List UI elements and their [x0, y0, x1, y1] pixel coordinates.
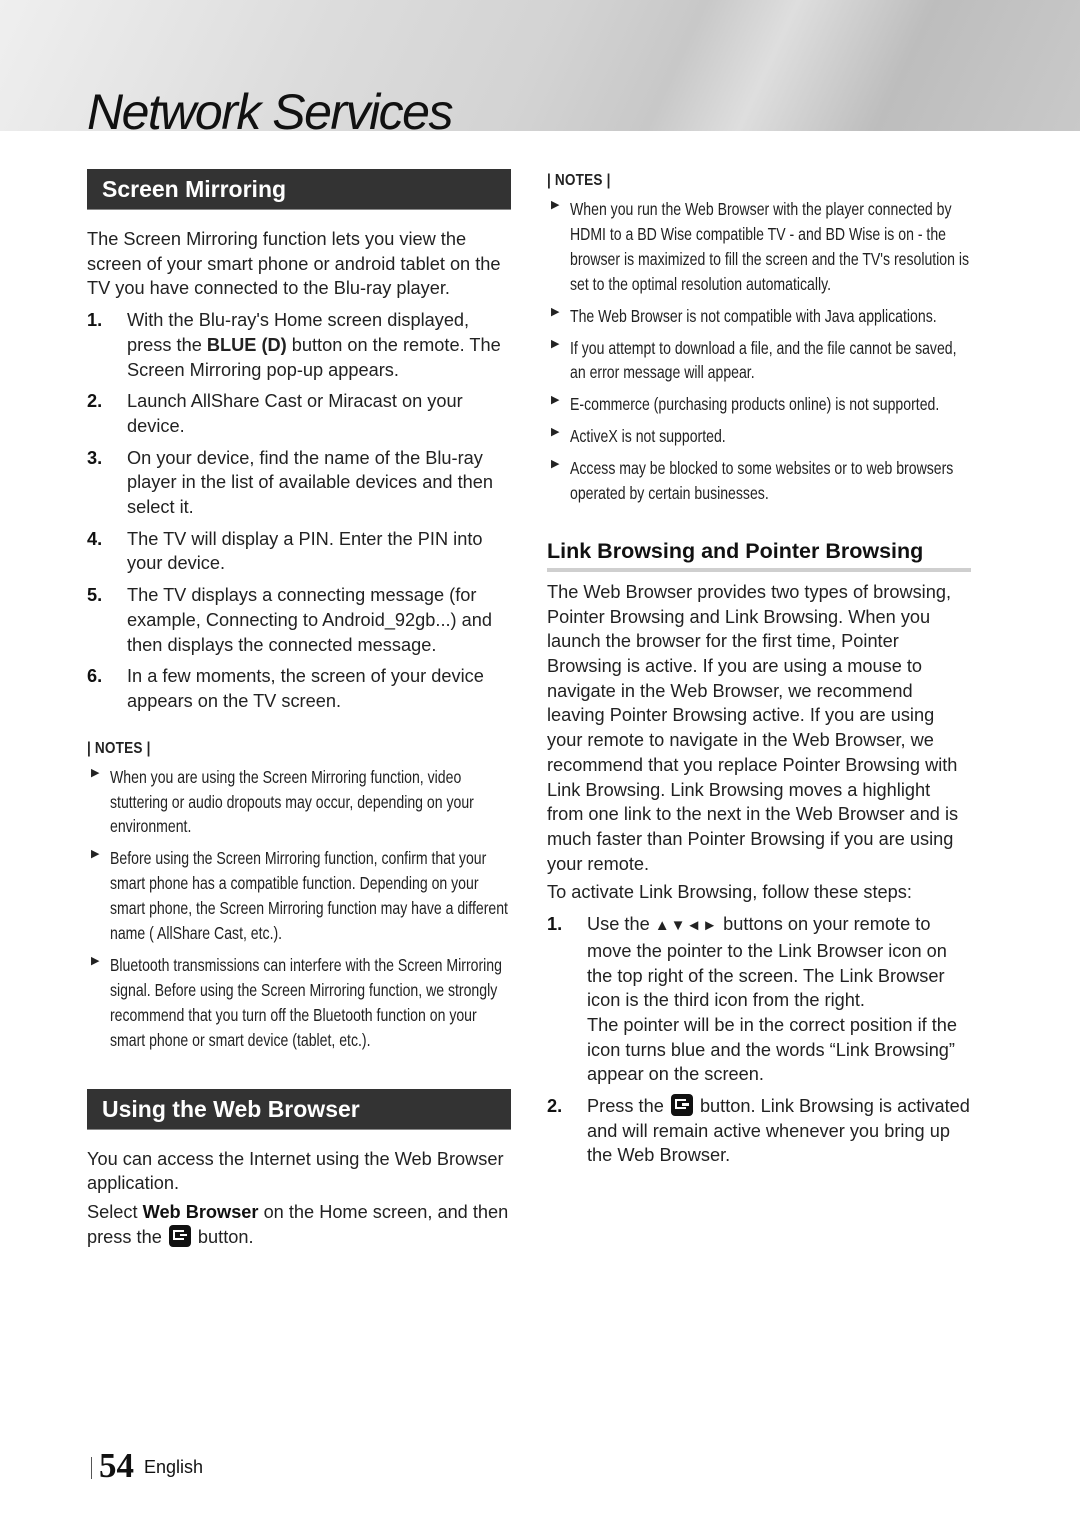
- page-title: Network Services: [87, 84, 454, 140]
- note-text: If you attempt to download a file, and t…: [570, 337, 957, 383]
- notes-title: | NOTES |: [547, 172, 611, 189]
- step-item: 1. Use the ▲▼◄► buttons on your remote t…: [547, 912, 971, 1087]
- note-item: ▶ If you attempt to download a file, and …: [547, 336, 971, 386]
- section-heading-screen-mirroring: Screen Mirroring: [87, 169, 511, 210]
- enter-button-icon: [670, 1094, 693, 1117]
- step-text: On your device, find the name of the Blu…: [127, 447, 493, 518]
- triangle-bullet-icon: ▶: [91, 955, 100, 967]
- left-column: Screen Mirroring The Screen Mirroring fu…: [87, 169, 511, 1249]
- note-item: ▶ The Web Browser is not compatible with …: [547, 304, 971, 329]
- step-item: 6. In a few moments, the screen of your …: [87, 664, 511, 713]
- step-item: 1. With the Blu-ray's Home screen displa…: [87, 308, 511, 382]
- triangle-bullet-icon: ▶: [551, 394, 560, 407]
- page-language: English: [144, 1457, 204, 1477]
- subsection-heading-link-browsing: Link Browsing and Pointer Browsing: [547, 536, 971, 572]
- notes-list: ▶ When you run the Web Browser with the p…: [547, 197, 971, 506]
- triangle-bullet-icon: ▶: [551, 426, 560, 439]
- step-text: Press the: [587, 1096, 669, 1117]
- note-text: Before using the Screen Mirroring functi…: [110, 848, 508, 944]
- note-text: E-commerce (purchasing products online) …: [570, 394, 940, 415]
- note-item: ▶ E-commerce (purchasing products online)…: [547, 392, 971, 417]
- triangle-bullet-icon: ▶: [91, 848, 100, 861]
- note-text: Access may be blocked to some websites o…: [570, 458, 954, 504]
- step-text: Launch AllShare Cast or Miracast on your…: [127, 391, 463, 436]
- step-number: 6.: [87, 666, 103, 687]
- step-number: 3.: [87, 447, 103, 468]
- step-text: Use the: [587, 914, 655, 935]
- step-item: 4. The TV will display a PIN. Enter the …: [87, 527, 511, 576]
- step-number: 5.: [87, 585, 103, 606]
- right-column: | NOTES | ▶ When you run the Web Browser …: [547, 172, 971, 1168]
- step-item: 5. The TV displays a connecting message …: [87, 583, 511, 657]
- note-text: When you run the Web Browser with the pl…: [570, 199, 970, 294]
- screen-mirroring-steps: 1. With the Blu-ray's Home screen displa…: [87, 308, 511, 714]
- note-item: ▶ Bluetooth transmissions can interfere w…: [87, 953, 511, 1053]
- section-heading-web-browser: Using the Web Browser: [87, 1088, 511, 1130]
- note-item: ▶ Access may be blocked to some websites …: [547, 456, 971, 506]
- link-browsing-steps: 1. Use the ▲▼◄► buttons on your remote t…: [547, 912, 971, 1168]
- note-text: Bluetooth transmissions can interfere wi…: [110, 955, 502, 1050]
- step-item: 2. Launch AllShare Cast or Miracast on y…: [87, 389, 511, 438]
- enter-button-icon: [168, 1224, 191, 1247]
- triangle-bullet-icon: ▶: [91, 766, 100, 779]
- arrow-buttons-icon: ▲▼◄►: [654, 917, 719, 935]
- web-browser-instruction: Select Web Browser on the Home screen, a…: [87, 1200, 511, 1249]
- web-browser-intro: You can access the Internet using the We…: [87, 1148, 504, 1194]
- triangle-bullet-icon: ▶: [551, 305, 560, 318]
- page-number: 54: [99, 1446, 134, 1485]
- step-number: 1.: [87, 310, 103, 331]
- footer-divider: [91, 1457, 92, 1479]
- notes-list: ▶ When you are using the Screen Mirroring…: [87, 765, 511, 1053]
- notes-title: | NOTES |: [87, 739, 151, 757]
- note-text: The Web Browser is not compatible with J…: [570, 305, 937, 326]
- step-number: 2.: [87, 391, 103, 412]
- step-number: 4.: [87, 528, 103, 549]
- step-extra-text: The pointer will be in the correct posit…: [587, 1014, 958, 1085]
- screen-mirroring-intro: The Screen Mirroring function lets you v…: [87, 229, 501, 299]
- step-item: 2. Press the button. Link Browsing is ac…: [547, 1094, 971, 1168]
- step-text: The TV will display a PIN. Enter the PIN…: [127, 528, 483, 574]
- note-text: ActiveX is not supported.: [570, 426, 726, 447]
- instruction-text: Select: [87, 1202, 143, 1223]
- triangle-bullet-icon: ▶: [551, 337, 560, 350]
- link-browsing-body: The Web Browser provides two types of br…: [547, 581, 959, 874]
- note-item: ▶ When you run the Web Browser with the p…: [547, 197, 971, 297]
- blue-button-label: BLUE (D): [206, 334, 287, 355]
- triangle-bullet-icon: ▶: [551, 458, 560, 471]
- step-item: 3. On your device, find the name of the …: [87, 446, 511, 520]
- note-item: ▶ When you are using the Screen Mirroring…: [87, 765, 511, 840]
- step-text: In a few moments, the screen of your dev…: [127, 666, 484, 711]
- triangle-bullet-icon: ▶: [551, 199, 560, 211]
- step-number: 2.: [547, 1096, 563, 1117]
- link-browsing-activate-intro: To activate Link Browsing, follow these …: [547, 882, 912, 903]
- web-browser-label: Web Browser: [142, 1202, 259, 1223]
- step-text: The TV displays a connecting message (fo…: [127, 585, 493, 655]
- instruction-text: button.: [192, 1226, 254, 1247]
- note-item: ▶ Before using the Screen Mirroring funct…: [87, 846, 511, 946]
- note-item: ▶ ActiveX is not supported.: [547, 424, 971, 449]
- note-text: When you are using the Screen Mirroring …: [110, 766, 474, 837]
- step-number: 1.: [547, 914, 563, 935]
